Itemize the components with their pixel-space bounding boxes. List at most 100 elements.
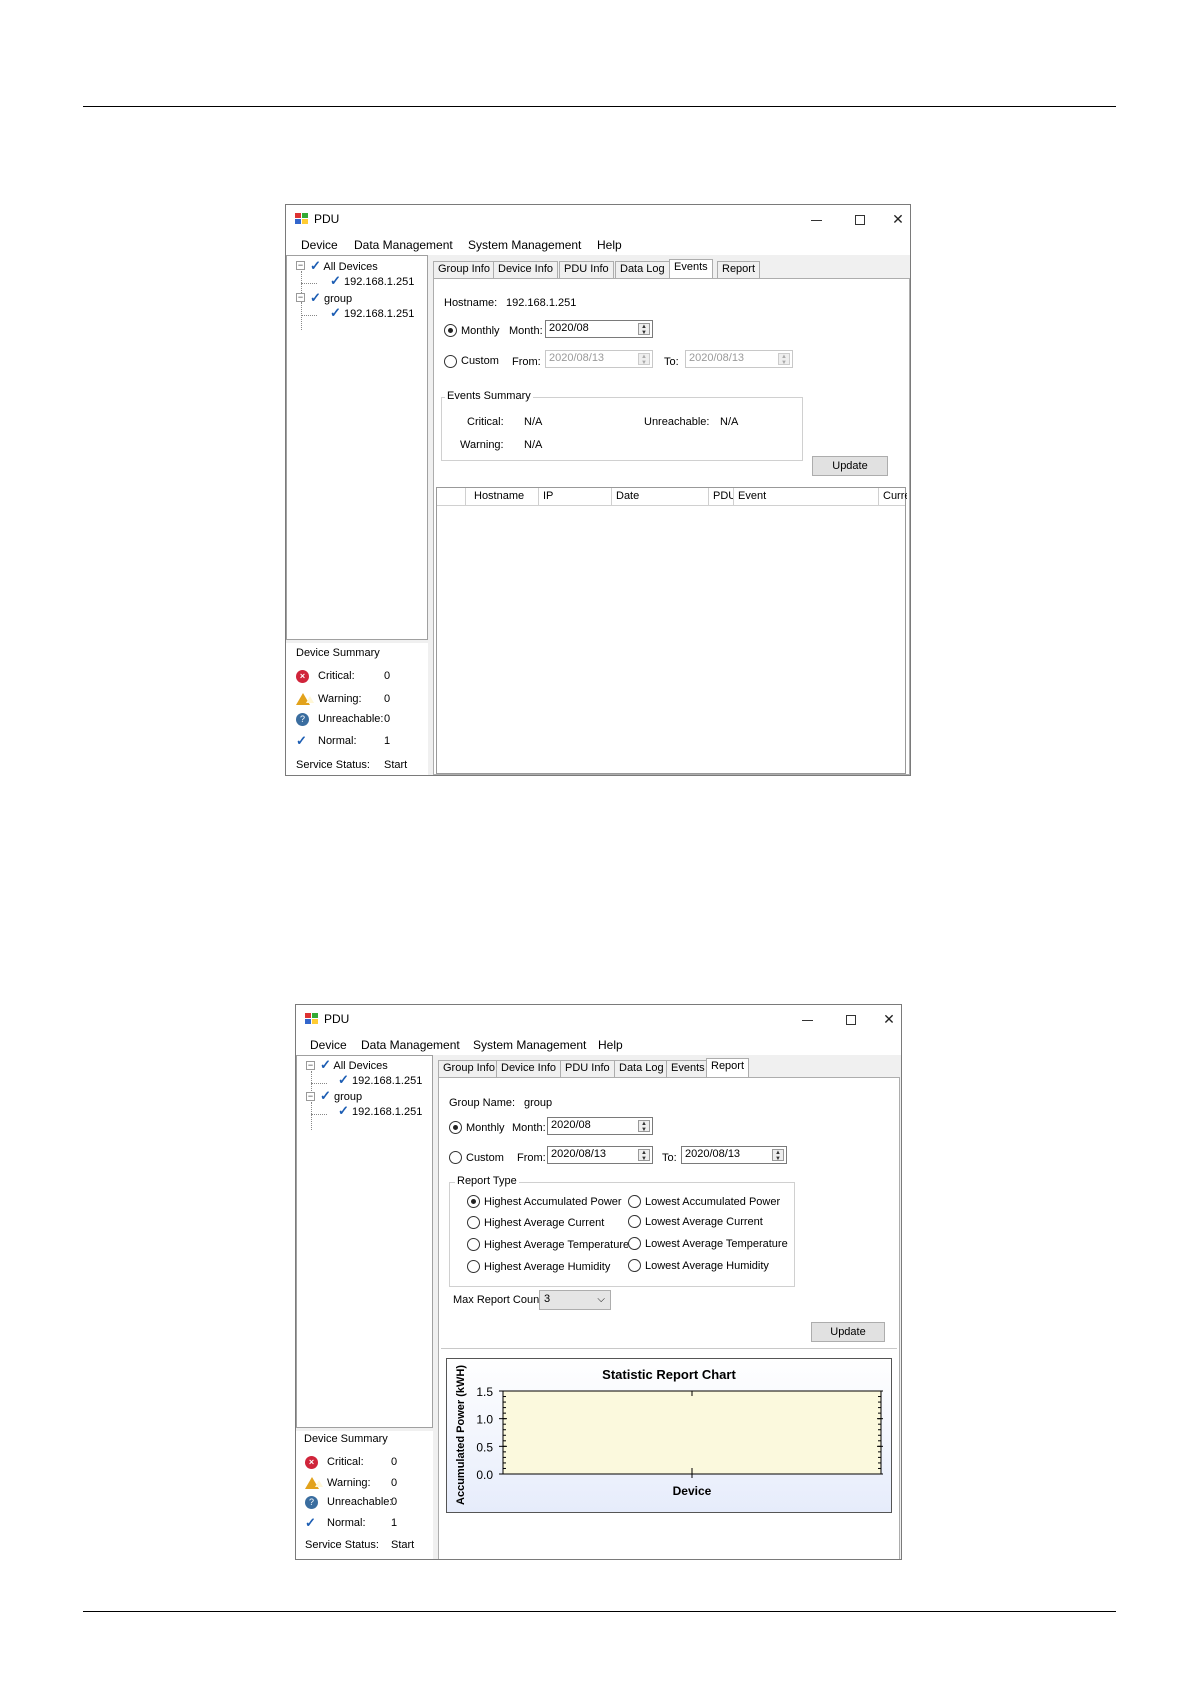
monthly-radio[interactable] [449,1121,462,1134]
column-ip[interactable]: IP [539,488,612,506]
highest-accumulated-power-radio[interactable] [467,1195,480,1208]
highest-average-current-label[interactable]: Highest Average Current [484,1217,604,1229]
spin-arrows-icon[interactable]: ▲ ▼ [638,1149,650,1162]
tree-node-device[interactable]: ✓ 192.168.1.251 [338,1072,422,1088]
title-bar[interactable]: PDU ✕ [296,1005,901,1033]
column-event[interactable]: Event [734,488,879,506]
tree-connector [301,283,317,284]
update-button[interactable]: Update [811,1322,885,1342]
highest-accumulated-power-label[interactable]: Highest Accumulated Power [484,1196,622,1208]
minimize-button[interactable] [793,1009,821,1029]
custom-label[interactable]: Custom [466,1152,504,1164]
tab-report[interactable]: Report [717,261,761,278]
lowest-average-temperature-label[interactable]: Lowest Average Temperature [645,1238,788,1250]
spin-arrows-icon[interactable]: ▲ ▼ [638,323,650,336]
menu-system-management[interactable]: System Management [473,1038,586,1052]
collapse-icon[interactable]: − [296,261,305,270]
maximize-button[interactable] [846,209,874,229]
lowest-average-current-label[interactable]: Lowest Average Current [645,1216,763,1228]
tab-events[interactable]: Events [669,259,713,279]
lowest-average-temperature-radio[interactable] [628,1237,641,1250]
from-date-picker[interactable]: 2020/08/13 ▲ ▼ [547,1146,653,1164]
tab-device-info[interactable]: Device Info [493,261,559,278]
lowest-accumulated-power-label[interactable]: Lowest Accumulated Power [645,1196,780,1208]
tab-pdu-info[interactable]: PDU Info [559,261,614,278]
menu-data-management[interactable]: Data Management [361,1038,460,1052]
spin-arrows-icon[interactable]: ▲ ▼ [772,1149,784,1162]
lowest-accumulated-power-radio[interactable] [628,1195,641,1208]
device-tree[interactable]: − ✓ All Devices ✓ 192.168.1.251 − ✓ grou… [286,255,428,640]
chevron-down-icon: ⌵ [597,1294,605,1305]
collapse-icon[interactable]: − [296,293,305,302]
from-date-picker[interactable]: 2020/08/13 ▲ ▼ [545,350,653,368]
title-bar[interactable]: PDU ✕ [286,205,910,233]
column-hostname[interactable]: Hostname [466,488,539,506]
custom-radio[interactable] [444,355,457,368]
month-picker[interactable]: 2020/08 ▲ ▼ [547,1117,653,1135]
tree-node-device[interactable]: ✓ 192.168.1.251 [330,305,414,321]
summary-critical: × Critical: 0 [296,670,426,684]
close-button[interactable]: ✕ [884,209,910,229]
y-tick-label: 0.5 [476,1440,493,1454]
monthly-label[interactable]: Monthly [461,325,500,337]
tree-node-device[interactable]: ✓ 192.168.1.251 [330,273,414,289]
device-tree[interactable]: − ✓ All Devices ✓ 192.168.1.251 − ✓ grou… [296,1055,433,1428]
tab-pdu-info[interactable]: PDU Info [560,1060,615,1077]
close-button[interactable]: ✕ [875,1009,901,1029]
column-current[interactable]: Curre [879,488,907,506]
events-table-header: Hostname IP Date PDU Event Curre [437,488,907,506]
highest-average-temperature-label[interactable]: Highest Average Temperature [484,1239,629,1251]
events-table[interactable]: Hostname IP Date PDU Event Curre [436,487,907,774]
maximize-button[interactable] [837,1009,865,1029]
column-pdu[interactable]: PDU [709,488,734,506]
to-label: To: [662,1152,677,1164]
to-date-picker[interactable]: 2020/08/13 ▲ ▼ [685,350,793,368]
events-critical-label: Critical: [467,416,504,428]
tree-node-device[interactable]: ✓ 192.168.1.251 [338,1103,422,1119]
column-date[interactable]: Date [612,488,709,506]
menu-system-management[interactable]: System Management [468,238,581,252]
monthly-radio[interactable] [444,324,457,337]
highest-average-current-radio[interactable] [467,1216,480,1229]
menu-help[interactable]: Help [597,238,622,252]
highest-average-temperature-radio[interactable] [467,1238,480,1251]
highest-average-humidity-radio[interactable] [467,1260,480,1273]
update-button[interactable]: Update [812,456,888,476]
tree-node-group[interactable]: ✓ group [320,1088,362,1104]
collapse-icon[interactable]: − [306,1092,315,1101]
tab-data-log[interactable]: Data Log [614,1060,669,1077]
tab-report[interactable]: Report [706,1058,750,1078]
collapse-icon[interactable]: − [306,1061,315,1070]
menu-device[interactable]: Device [301,238,338,252]
app-icon [305,1013,319,1025]
to-date-picker[interactable]: 2020/08/13 ▲ ▼ [681,1146,787,1164]
tree-node-all-devices[interactable]: ✓ All Devices [320,1057,388,1073]
menu-data-management[interactable]: Data Management [354,238,453,252]
highest-average-humidity-label[interactable]: Highest Average Humidity [484,1261,610,1273]
lowest-average-current-radio[interactable] [628,1215,641,1228]
menu-help[interactable]: Help [598,1038,623,1052]
spin-arrows-icon[interactable]: ▲ ▼ [638,353,650,366]
menu-device[interactable]: Device [310,1038,347,1052]
minimize-button[interactable] [802,209,830,229]
tree-node-group[interactable]: ✓ group [310,290,352,306]
check-icon: ✓ [330,273,341,288]
tab-group-info[interactable]: Group Info [433,261,495,278]
spin-arrows-icon[interactable]: ▲ ▼ [778,353,790,366]
tab-events[interactable]: Events [666,1060,710,1077]
tab-data-log[interactable]: Data Log [615,261,670,278]
lowest-average-humidity-radio[interactable] [628,1259,641,1272]
tab-group-info[interactable]: Group Info [438,1060,500,1077]
tab-device-info[interactable]: Device Info [496,1060,562,1077]
summary-warning: Warning: 0 [305,1477,430,1491]
tree-node-all-devices[interactable]: ✓ All Devices [310,258,378,274]
monthly-label[interactable]: Monthly [466,1122,505,1134]
custom-label[interactable]: Custom [461,355,499,367]
lowest-average-humidity-label[interactable]: Lowest Average Humidity [645,1260,769,1272]
from-label: From: [512,356,541,368]
max-report-count-select[interactable]: 3 ⌵ [539,1290,611,1310]
spin-arrows-icon[interactable]: ▲ ▼ [638,1120,650,1133]
custom-radio[interactable] [449,1151,462,1164]
device-summary: Device Summary × Critical: 0 Warning: 0 … [296,1431,433,1559]
month-picker[interactable]: 2020/08 ▲ ▼ [545,320,653,338]
